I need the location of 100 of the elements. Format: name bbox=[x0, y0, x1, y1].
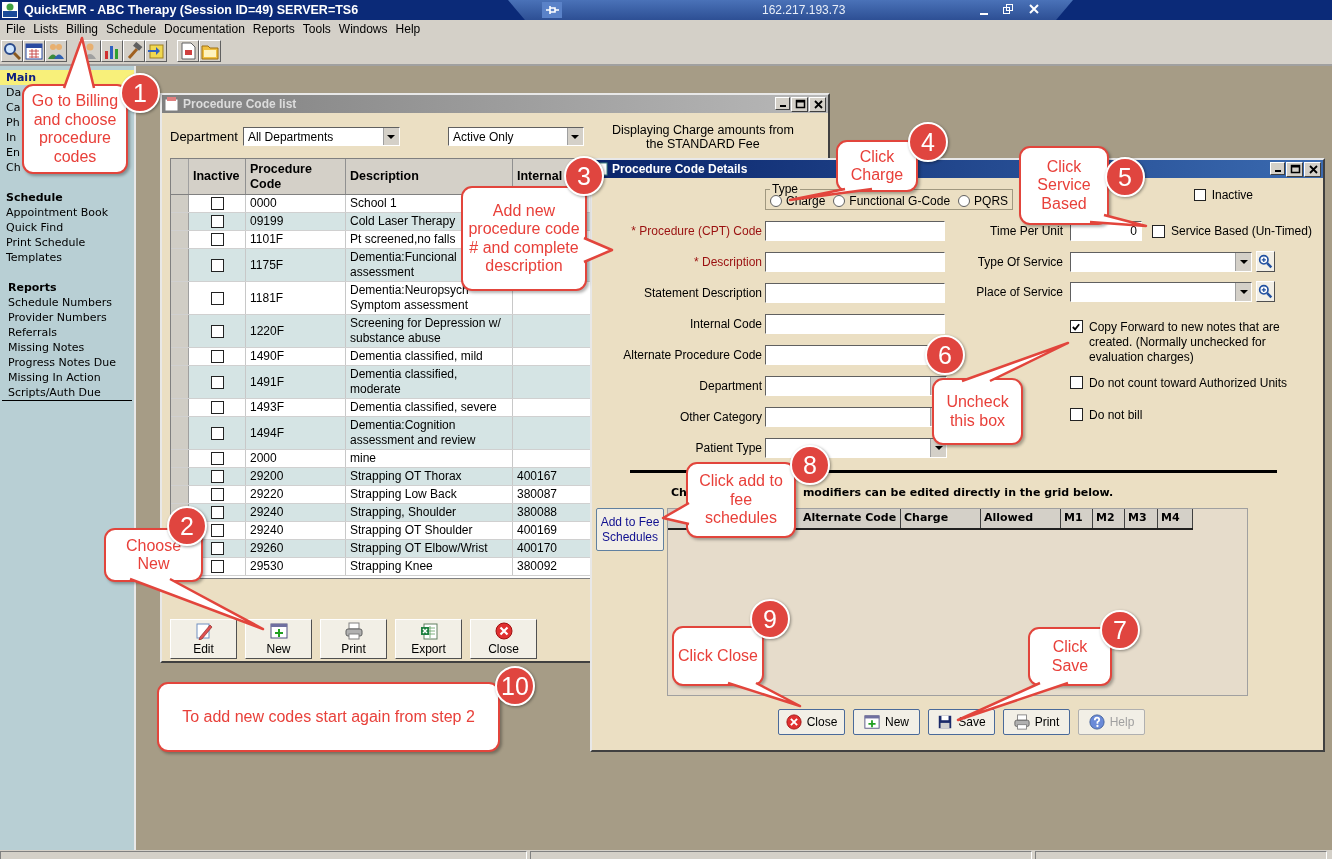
sidebar-link[interactable]: Print Schedule bbox=[6, 235, 86, 250]
checkbox[interactable] bbox=[1070, 320, 1083, 333]
menu-item[interactable]: Documentation bbox=[160, 22, 249, 36]
checkbox[interactable] bbox=[210, 233, 224, 246]
minimize-button[interactable] bbox=[775, 96, 790, 110]
text-field[interactable] bbox=[765, 314, 945, 334]
sidebar-link[interactable]: Provider Numbers bbox=[8, 310, 107, 325]
sidebar-link[interactable]: Ch bbox=[6, 160, 21, 175]
toolbar-button[interactable]: Export bbox=[395, 619, 462, 659]
dropdown[interactable] bbox=[1070, 281, 1252, 302]
toolbar-button[interactable]: Edit bbox=[170, 619, 237, 659]
toolbar-button[interactable]: New bbox=[245, 619, 312, 659]
sidebar-link[interactable]: Quick Find bbox=[6, 220, 64, 235]
checkbox[interactable] bbox=[210, 215, 224, 228]
checkbox[interactable] bbox=[210, 197, 224, 210]
checkbox[interactable] bbox=[1193, 189, 1206, 201]
toolbar-button[interactable] bbox=[101, 40, 123, 62]
toolbar-button[interactable]: Print bbox=[320, 619, 387, 659]
toolbar-button[interactable] bbox=[199, 40, 221, 62]
checkbox[interactable] bbox=[210, 506, 224, 519]
action-button[interactable]: Close bbox=[778, 709, 845, 735]
pin-button[interactable] bbox=[542, 2, 562, 18]
checkbox[interactable] bbox=[1070, 408, 1083, 421]
table-cell: 1494F bbox=[246, 417, 346, 449]
checkbox[interactable] bbox=[210, 401, 224, 414]
menu-item[interactable]: Reports bbox=[248, 22, 299, 36]
column-header: Alternate Code bbox=[800, 509, 901, 528]
checkbox[interactable] bbox=[210, 350, 224, 363]
table-cell: 29260 bbox=[246, 540, 346, 557]
plus-window-icon bbox=[864, 714, 880, 730]
toolbar-button[interactable] bbox=[1, 40, 23, 62]
text-field[interactable] bbox=[765, 252, 945, 272]
toolbar-button[interactable] bbox=[45, 40, 67, 62]
action-button[interactable]: Print bbox=[1003, 709, 1070, 735]
lookup-button[interactable] bbox=[1256, 281, 1275, 302]
minimize-button[interactable] bbox=[1270, 161, 1285, 175]
add-button[interactable]: Add to Fee Schedules bbox=[596, 508, 664, 551]
close-icon bbox=[1028, 3, 1040, 15]
sidebar-link[interactable]: Appointment Book bbox=[6, 205, 109, 220]
checkbox[interactable] bbox=[210, 375, 224, 389]
field-label: Patient Type bbox=[694, 441, 763, 455]
dropdown[interactable] bbox=[1070, 251, 1252, 272]
checkbox[interactable] bbox=[210, 426, 224, 440]
sidebar-link[interactable]: In bbox=[6, 130, 17, 145]
close-button[interactable] bbox=[1028, 3, 1040, 15]
close-button[interactable] bbox=[809, 96, 826, 112]
status-dropdown[interactable]: Active Only bbox=[447, 127, 584, 146]
search-icon bbox=[3, 42, 21, 60]
maximize-button[interactable] bbox=[1286, 161, 1303, 177]
menu-item[interactable]: Tools bbox=[298, 22, 335, 36]
sidebar-link[interactable]: Progress Notes Due bbox=[8, 355, 116, 370]
checkbox[interactable] bbox=[210, 560, 224, 573]
dropdown[interactable] bbox=[765, 438, 947, 458]
checkbox[interactable] bbox=[210, 258, 224, 272]
menu-item[interactable]: Help bbox=[391, 22, 425, 36]
menu-item[interactable]: Billing bbox=[62, 22, 103, 36]
radio-button[interactable] bbox=[958, 194, 971, 207]
checkbox[interactable] bbox=[210, 524, 224, 537]
sidebar-link[interactable]: Templates bbox=[6, 250, 62, 265]
toolbar-button[interactable] bbox=[123, 40, 145, 62]
checkbox[interactable] bbox=[210, 470, 224, 483]
checkbox[interactable] bbox=[210, 291, 224, 305]
menu-item[interactable]: File bbox=[2, 22, 30, 36]
sidebar-link[interactable]: Missing Notes bbox=[8, 340, 85, 355]
menu-item[interactable]: Schedule bbox=[102, 22, 161, 36]
sidebar-link[interactable]: Scripts/Auth Due bbox=[8, 385, 101, 400]
dropdown[interactable] bbox=[765, 376, 947, 396]
sidebar-link[interactable]: Schedule Numbers bbox=[8, 295, 112, 310]
toolbar-button[interactable] bbox=[177, 40, 199, 62]
lookup-button[interactable] bbox=[1256, 251, 1275, 272]
text-field[interactable] bbox=[765, 221, 945, 241]
sidebar-link[interactable]: Da bbox=[6, 85, 22, 100]
checkbox[interactable] bbox=[1152, 224, 1165, 238]
callout-pointer-tooltip bbox=[661, 501, 690, 526]
checkbox[interactable] bbox=[210, 488, 224, 501]
pin-icon bbox=[545, 4, 559, 16]
toolbar-button[interactable]: Close bbox=[470, 619, 537, 659]
checkbox[interactable] bbox=[210, 452, 224, 465]
table-cell: Strapping OT Shoulder bbox=[346, 522, 513, 539]
sidebar-link[interactable]: En bbox=[6, 145, 20, 160]
checkbox[interactable] bbox=[210, 324, 224, 338]
restore-button[interactable] bbox=[1002, 3, 1014, 15]
close-button[interactable] bbox=[1304, 161, 1321, 177]
sidebar-link[interactable]: Missing In Action bbox=[8, 370, 101, 385]
sidebar-link[interactable]: Ca bbox=[6, 100, 21, 115]
text-field[interactable] bbox=[765, 283, 945, 303]
checkbox[interactable] bbox=[1070, 376, 1083, 389]
radio-button[interactable] bbox=[770, 194, 782, 207]
action-button[interactable]: New bbox=[853, 709, 920, 735]
toolbar-button[interactable] bbox=[23, 40, 45, 62]
sidebar-link[interactable]: Ph bbox=[6, 115, 20, 130]
toolbar-button[interactable] bbox=[145, 40, 167, 62]
maximize-button[interactable] bbox=[791, 96, 808, 112]
department-dropdown[interactable]: All Departments bbox=[242, 127, 400, 146]
menu-item[interactable]: Lists bbox=[29, 22, 63, 36]
menu-item[interactable]: Windows bbox=[334, 22, 392, 36]
app-logo-icon bbox=[2, 2, 18, 18]
sidebar-link[interactable]: Referrals bbox=[8, 325, 57, 340]
column-header: Charge bbox=[901, 509, 981, 528]
checkbox[interactable] bbox=[210, 542, 224, 555]
